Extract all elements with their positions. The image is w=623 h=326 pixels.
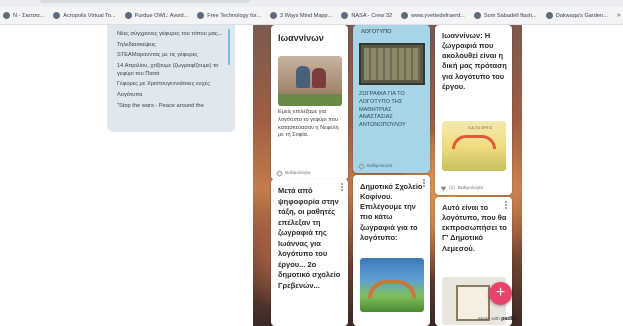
bookmark-label: NASA - Crew 32 <box>351 12 393 19</box>
globe-icon <box>124 12 132 19</box>
post-image[interactable] <box>278 56 342 106</box>
post-card[interactable]: Δημοτικό Σχολείο Κοφίνου. Επιλέγουμε την… <box>353 175 430 326</box>
section-list-panel: Νέες σύγχρονες γέφυρες του τόπου μας... … <box>107 25 235 132</box>
like-icon[interactable] <box>441 186 446 191</box>
star-icon[interactable] <box>275 169 284 178</box>
bookmark-item[interactable]: N - Σκετσα... <box>3 12 44 19</box>
post-card[interactable]: Μετά από ψηφοφορία στην τάξη, οι μαθητές… <box>271 179 348 326</box>
scrollbar[interactable] <box>228 29 230 65</box>
post-card[interactable]: Αυτό είναι το λογότυπο, που θα εκπροσωπή… <box>435 197 512 326</box>
like-count: (1) <box>449 186 455 191</box>
bookmark-item[interactable]: Acropolis Virtual To... <box>53 12 116 19</box>
made-with-label: Made with <box>478 317 500 322</box>
post-footer: Βαθμολογία <box>357 162 393 171</box>
post-title: Δημοτικό Σχολείο Κοφίνου. Επιλέγουμε την… <box>360 182 423 242</box>
post-footer: (1) Βαθμολογία <box>441 186 483 191</box>
post-title: ΛΟΓΟΤΥΠΟ <box>361 29 392 35</box>
bookmark-label: 3 Ways Mind Mapp... <box>279 12 333 19</box>
image-figure <box>312 68 326 88</box>
bookmark-label: Purdue OWL: Avoid... <box>134 12 189 19</box>
add-post-button[interactable]: + <box>489 282 512 305</box>
globe-icon <box>545 12 553 19</box>
image-bridge <box>452 135 496 149</box>
post-image[interactable] <box>360 258 424 312</box>
post-card[interactable]: Ιωαννίνων Εμείς επιλέξαμε για λογότυπο τ… <box>271 25 348 180</box>
section-list-item[interactable]: Τηλεδιασκέψεις <box>117 42 227 50</box>
bookmark-label: www.yvettedefraerd... <box>411 12 465 19</box>
post-body: ΖΩΓΡΑΦΙΑ ΓΙΑ ΤΟ ΛΟΓΟΤΥΠΟ ΤΗΣ ΜΑΘΗΤΡΙΑΣ Α… <box>359 91 406 129</box>
bookmarks-overflow-button[interactable]: » <box>617 12 621 19</box>
post-footer: Βαθμολογία <box>275 169 311 178</box>
post-title: Ιωαννίνων: Η ζωγραφιά που ακολουθεί είνα… <box>442 31 507 91</box>
bookmark-item[interactable]: Dakwaqa's Garden... <box>545 12 608 19</box>
image-figure <box>296 66 310 88</box>
post-card[interactable]: ΛΟΓΟΤΥΠΟ ΖΩΓΡΑΦΙΑ ΓΙΑ ΤΟ ΛΟΓΟΤΥΠΟ ΤΗΣ ΜΑ… <box>353 25 430 173</box>
bookmarks-bar: N - Σκετσα... Acropolis Virtual To... Pu… <box>0 7 623 25</box>
post-title: Αυτό είναι το λογότυπο, που θα εκπροσωπή… <box>442 203 507 253</box>
globe-icon <box>341 12 349 19</box>
section-list-item[interactable]: Λογότυπα <box>117 92 227 100</box>
image-ground <box>278 94 342 106</box>
bookmark-item[interactable]: Purdue OWL: Avoid... <box>124 12 189 19</box>
globe-icon <box>269 12 277 19</box>
bookmark-label: Dakwaqa's Garden... <box>555 12 608 19</box>
image-caption: ΓΙΑ ΤΟ ΕΡΓΟ <box>468 125 493 130</box>
section-list-item[interactable]: Νέες σύγχρονες γέφυρες του τόπου μας... <box>117 31 227 39</box>
made-with-padlet-link[interactable]: Made with padlet <box>478 316 517 322</box>
address-bar-strip <box>0 0 623 7</box>
rating-label: Βαθμολογία <box>367 164 393 169</box>
padlet-brand: padlet <box>501 316 518 322</box>
globe-icon <box>401 12 409 19</box>
bookmark-item[interactable]: NASA - Crew 32 <box>341 12 392 19</box>
globe-icon <box>3 12 10 19</box>
post-card[interactable]: Ιωαννίνων: Η ζωγραφιά που ακολουθεί είνα… <box>435 25 512 195</box>
image-pattern <box>364 48 420 80</box>
post-title: Ιωαννίνων <box>278 33 324 43</box>
section-list-item[interactable]: Γέφυρες με Χριστουγεννιάτικες ευχές <box>117 81 227 89</box>
bookmark-label: Som Sabadell flash... <box>483 12 537 19</box>
bookmark-item[interactable]: www.yvettedefraerd... <box>401 12 465 19</box>
image-bridge <box>368 280 416 298</box>
post-image[interactable] <box>359 43 425 85</box>
globe-icon <box>197 12 205 19</box>
globe-icon <box>473 12 481 19</box>
bookmark-label: N - Σκετσα... <box>13 12 45 19</box>
star-icon[interactable] <box>357 162 366 171</box>
address-bar-ghost <box>40 0 250 3</box>
post-title: Μετά από ψηφοφορία στην τάξη, οι μαθητές… <box>278 186 341 290</box>
bookmark-item[interactable]: Som Sabadell flash... <box>473 12 537 19</box>
post-body: Εμείς επιλέξαμε για λογότυπο το γεφύρι π… <box>278 109 339 139</box>
section-list-item[interactable]: STEAMαρουντας με τις γέφυρες <box>117 52 227 60</box>
section-list-item[interactable]: 14 Απριλίου, χτίζουμε (ζωγραφίζουμε) το … <box>117 63 227 78</box>
globe-icon <box>53 12 61 19</box>
rating-label: Βαθμολογία <box>457 186 484 191</box>
bookmark-label: Free Technology for... <box>207 12 261 19</box>
bookmark-item[interactable]: Free Technology for... <box>197 12 261 19</box>
post-image[interactable]: ΓΙΑ ΤΟ ΕΡΓΟ <box>442 121 506 171</box>
rating-label: Βαθμολογία <box>285 171 311 176</box>
bookmark-label: Acropolis Virtual To... <box>63 12 116 19</box>
padlet-board: Ιωαννίνων Εμείς επιλέξαμε για λογότυπο τ… <box>253 25 522 326</box>
bookmark-item[interactable]: 3 Ways Mind Mapp... <box>269 12 333 19</box>
section-list-item[interactable]: "Stop the wars - Peace around the <box>117 103 227 111</box>
